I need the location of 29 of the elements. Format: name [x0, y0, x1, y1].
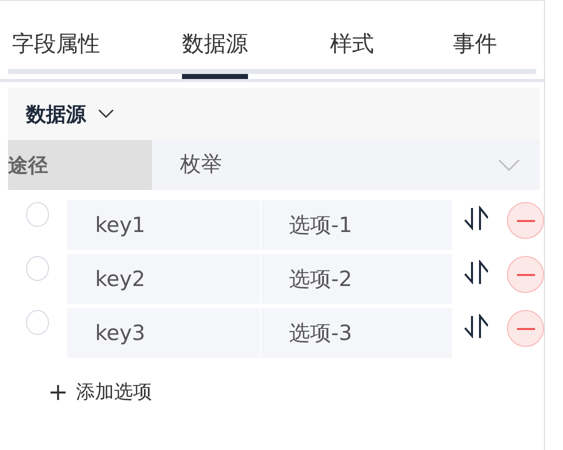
sort-icon[interactable] [464, 260, 488, 286]
tab[interactable]: 样式 [330, 1, 374, 79]
key-field[interactable]: key2 [67, 254, 260, 304]
field-label: 途径 [8, 140, 152, 190]
minus-icon [516, 328, 534, 330]
label-field[interactable]: 选项-1 [261, 200, 452, 250]
key-field[interactable]: key1 [67, 200, 260, 250]
radio-button[interactable] [26, 202, 50, 227]
label-field[interactable]: 选项-3 [261, 308, 452, 358]
sort-icon[interactable] [464, 206, 488, 232]
chevron-icon [498, 159, 520, 171]
add-option-button[interactable]: + 添加选项 [48, 374, 152, 410]
sort-icon[interactable] [464, 314, 488, 340]
minus-icon [516, 220, 534, 222]
remove-button[interactable] [507, 256, 544, 293]
chevron-icon [98, 109, 114, 119]
remove-button[interactable] [507, 202, 544, 239]
section-title: 数据源 [26, 101, 86, 128]
key-field[interactable]: key3 [67, 308, 260, 358]
plus-icon: + [48, 374, 68, 410]
label-field[interactable]: 选项-2 [261, 254, 452, 304]
source-select[interactable]: 枚举 [152, 140, 540, 190]
tab[interactable]: 字段属性 [12, 1, 100, 79]
radio-button[interactable] [26, 256, 50, 281]
remove-button[interactable] [507, 310, 544, 347]
radio-button[interactable] [26, 310, 50, 335]
minus-icon [516, 274, 534, 276]
section-header[interactable]: 数据源 [8, 88, 540, 140]
tab[interactable]: 事件 [453, 1, 497, 79]
